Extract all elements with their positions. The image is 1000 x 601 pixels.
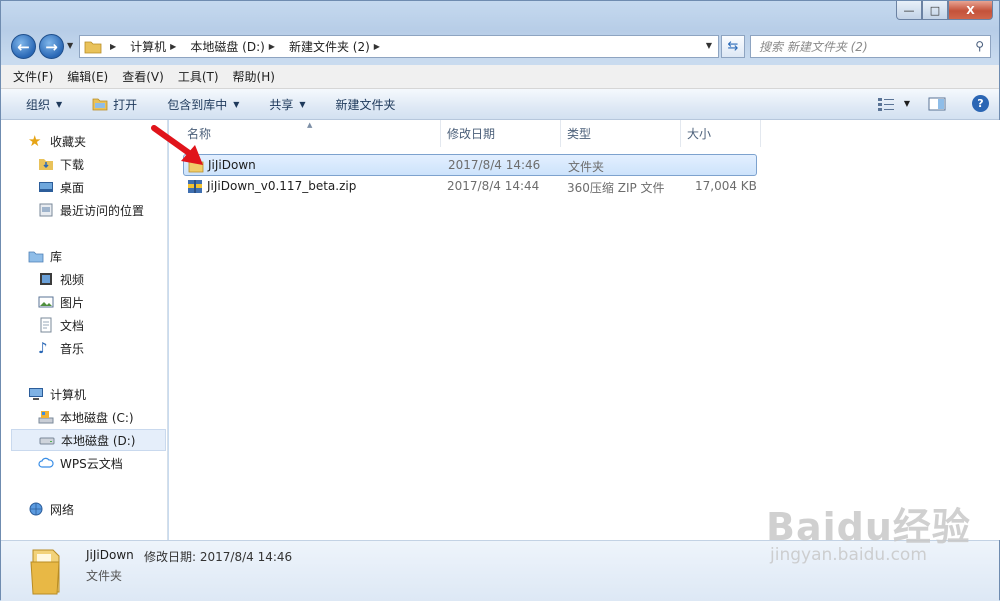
downloads-folder-icon bbox=[39, 159, 53, 170]
preview-pane-icon[interactable] bbox=[928, 97, 946, 111]
sidebar-item-recent-places[interactable]: 最近访问的位置 bbox=[38, 199, 144, 221]
sidebar-item-music[interactable]: ♪ 音乐 bbox=[38, 337, 84, 359]
menu-help[interactable]: 帮助(H) bbox=[233, 68, 275, 85]
music-icon: ♪ bbox=[38, 339, 48, 357]
menu-edit[interactable]: 编辑(E) bbox=[67, 68, 108, 85]
menu-view[interactable]: 查看(V) bbox=[122, 68, 164, 85]
sidebar-item-computer[interactable]: 计算机 bbox=[28, 383, 86, 405]
sidebar-item-wps-cloud[interactable]: WPS云文档 bbox=[38, 452, 123, 474]
desktop-icon bbox=[39, 182, 53, 192]
search-placeholder: 搜索 新建文件夹 (2) bbox=[759, 40, 868, 54]
recent-places-icon bbox=[39, 203, 53, 217]
sidebar-item-libraries[interactable]: 库 bbox=[28, 245, 62, 267]
system-drive-icon bbox=[38, 411, 54, 424]
address-row: ← → ▼ ▶ 计算机 ▶ 本地磁盘 (D:) ▶ 新建文件夹 (2) ▶ ▼ ⇆ 搜… bbox=[1, 31, 999, 63]
organize-button[interactable]: 组织 ▼ bbox=[26, 96, 62, 113]
drive-icon bbox=[39, 437, 55, 445]
search-icon: ⚲ bbox=[975, 39, 984, 53]
breadcrumb-root-arrow[interactable]: ▶ bbox=[102, 36, 126, 57]
folder-icon bbox=[84, 41, 102, 53]
file-row-jijidown-folder[interactable]: JiJiDown 2017/8/4 14:46 文件夹 bbox=[183, 154, 757, 176]
column-header-type[interactable]: 类型 bbox=[561, 120, 681, 147]
video-icon bbox=[40, 273, 52, 285]
file-name: JiJiDown_v0.117_beta.zip bbox=[207, 179, 357, 193]
explorer-window: — □ X ← → ▼ ▶ 计算机 ▶ 本地磁盘 (D:) ▶ 新建文件夹 (2) ▶… bbox=[0, 0, 1000, 601]
refresh-icon: ⇆ bbox=[727, 39, 739, 54]
file-row-jijidown-zip[interactable]: JiJiDown_v0.117_beta.zip 2017/8/4 14:44 … bbox=[183, 176, 757, 198]
column-header-size[interactable]: 大小 bbox=[681, 120, 761, 147]
caption-buttons: — □ X bbox=[896, 1, 993, 20]
sidebar-item-favorites[interactable]: ★ 收藏夹 bbox=[28, 130, 86, 152]
help-icon[interactable]: ? bbox=[972, 95, 989, 112]
open-button[interactable]: 打开 bbox=[92, 96, 137, 113]
star-icon: ★ bbox=[28, 132, 42, 150]
menu-bar: 文件(F) 编辑(E) 查看(V) 工具(T) 帮助(H) bbox=[1, 65, 999, 89]
pictures-icon bbox=[38, 296, 54, 308]
share-button[interactable]: 共享 ▼ bbox=[269, 96, 305, 113]
sidebar-item-videos[interactable]: 视频 bbox=[38, 268, 84, 290]
command-bar: 组织 ▼ 打开 包含到库中 ▼ 共享 ▼ 新建文件夹 ▼ ? bbox=[1, 89, 999, 120]
open-folder-icon bbox=[92, 98, 108, 111]
computer-icon bbox=[29, 388, 43, 400]
address-dropdown[interactable]: ▼ bbox=[706, 41, 712, 50]
search-input[interactable]: 搜索 新建文件夹 (2) ⚲ bbox=[750, 35, 991, 58]
sidebar-item-drive-c[interactable]: 本地磁盘 (C:) bbox=[38, 406, 134, 428]
red-annotation-arrow-icon bbox=[151, 125, 203, 165]
column-header-date[interactable]: 修改日期 bbox=[441, 120, 561, 147]
folder-large-icon bbox=[30, 549, 60, 595]
details-modified-date: 修改日期: 2017/8/4 14:46 bbox=[144, 550, 293, 564]
file-size: 17,004 KB bbox=[695, 179, 757, 193]
details-file-type: 文件夹 bbox=[86, 569, 123, 583]
include-in-library-button[interactable]: 包含到库中 ▼ bbox=[167, 96, 239, 113]
watermark-line1: Baidu经验 bbox=[766, 505, 971, 549]
menu-file[interactable]: 文件(F) bbox=[13, 68, 53, 85]
file-type: 文件夹 bbox=[568, 160, 605, 174]
file-name: JiJiDown bbox=[208, 158, 256, 172]
close-button[interactable]: X bbox=[948, 1, 993, 20]
library-icon bbox=[28, 251, 44, 263]
sidebar-item-drive-d[interactable]: 本地磁盘 (D:) bbox=[11, 429, 166, 451]
breadcrumb-computer[interactable]: 计算机 ▶ bbox=[126, 36, 186, 57]
sidebar-item-downloads[interactable]: 下载 bbox=[38, 153, 84, 175]
file-date: 2017/8/4 14:46 bbox=[448, 158, 541, 172]
breadcrumb-new-folder[interactable]: 新建文件夹 (2) ▶ bbox=[285, 36, 390, 57]
sidebar-item-network[interactable]: 网络 bbox=[28, 498, 74, 520]
menu-tools[interactable]: 工具(T) bbox=[178, 68, 219, 85]
file-list-pane: ▲ 名称 修改日期 类型 大小 JiJiDown 2017/8/4 14:46 … bbox=[169, 120, 1000, 540]
cloud-icon bbox=[38, 457, 54, 468]
maximize-button[interactable]: □ bbox=[922, 1, 948, 20]
sidebar-item-documents[interactable]: 文档 bbox=[38, 314, 84, 336]
recent-pages-dropdown[interactable]: ▼ bbox=[67, 41, 73, 50]
toolbar-right: ▼ ? bbox=[877, 95, 989, 112]
column-header-name[interactable]: 名称 bbox=[181, 120, 441, 147]
file-type: 360压缩 ZIP 文件 bbox=[567, 181, 665, 195]
file-date: 2017/8/4 14:44 bbox=[447, 179, 540, 193]
network-icon bbox=[29, 502, 43, 516]
refresh-button[interactable]: ⇆ bbox=[721, 35, 745, 58]
forward-button[interactable]: → bbox=[39, 34, 64, 59]
minimize-button[interactable]: — bbox=[896, 1, 922, 20]
back-button[interactable]: ← bbox=[11, 34, 36, 59]
sidebar-item-desktop[interactable]: 桌面 bbox=[38, 176, 84, 198]
breadcrumb-drive-d[interactable]: 本地磁盘 (D:) ▶ bbox=[186, 36, 285, 57]
documents-icon bbox=[40, 317, 52, 333]
baidu-watermark-logo: Baidu经验 jingyan.baidu.com bbox=[766, 496, 971, 565]
address-bar[interactable]: ▶ 计算机 ▶ 本地磁盘 (D:) ▶ 新建文件夹 (2) ▶ ▼ bbox=[79, 35, 719, 58]
zip-icon bbox=[188, 180, 202, 193]
view-dropdown-arrow[interactable]: ▼ bbox=[904, 99, 910, 108]
new-folder-button[interactable]: 新建文件夹 bbox=[336, 96, 396, 113]
details-file-name: JiJiDown bbox=[86, 548, 134, 562]
sidebar-item-pictures[interactable]: 图片 bbox=[38, 291, 84, 313]
navigation-pane: ★ 收藏夹 下载 桌面 最近访问的位置 库 视频 图片 文档 ♪ 音乐 计算机 … bbox=[1, 120, 168, 540]
view-options-icon[interactable] bbox=[877, 97, 896, 111]
